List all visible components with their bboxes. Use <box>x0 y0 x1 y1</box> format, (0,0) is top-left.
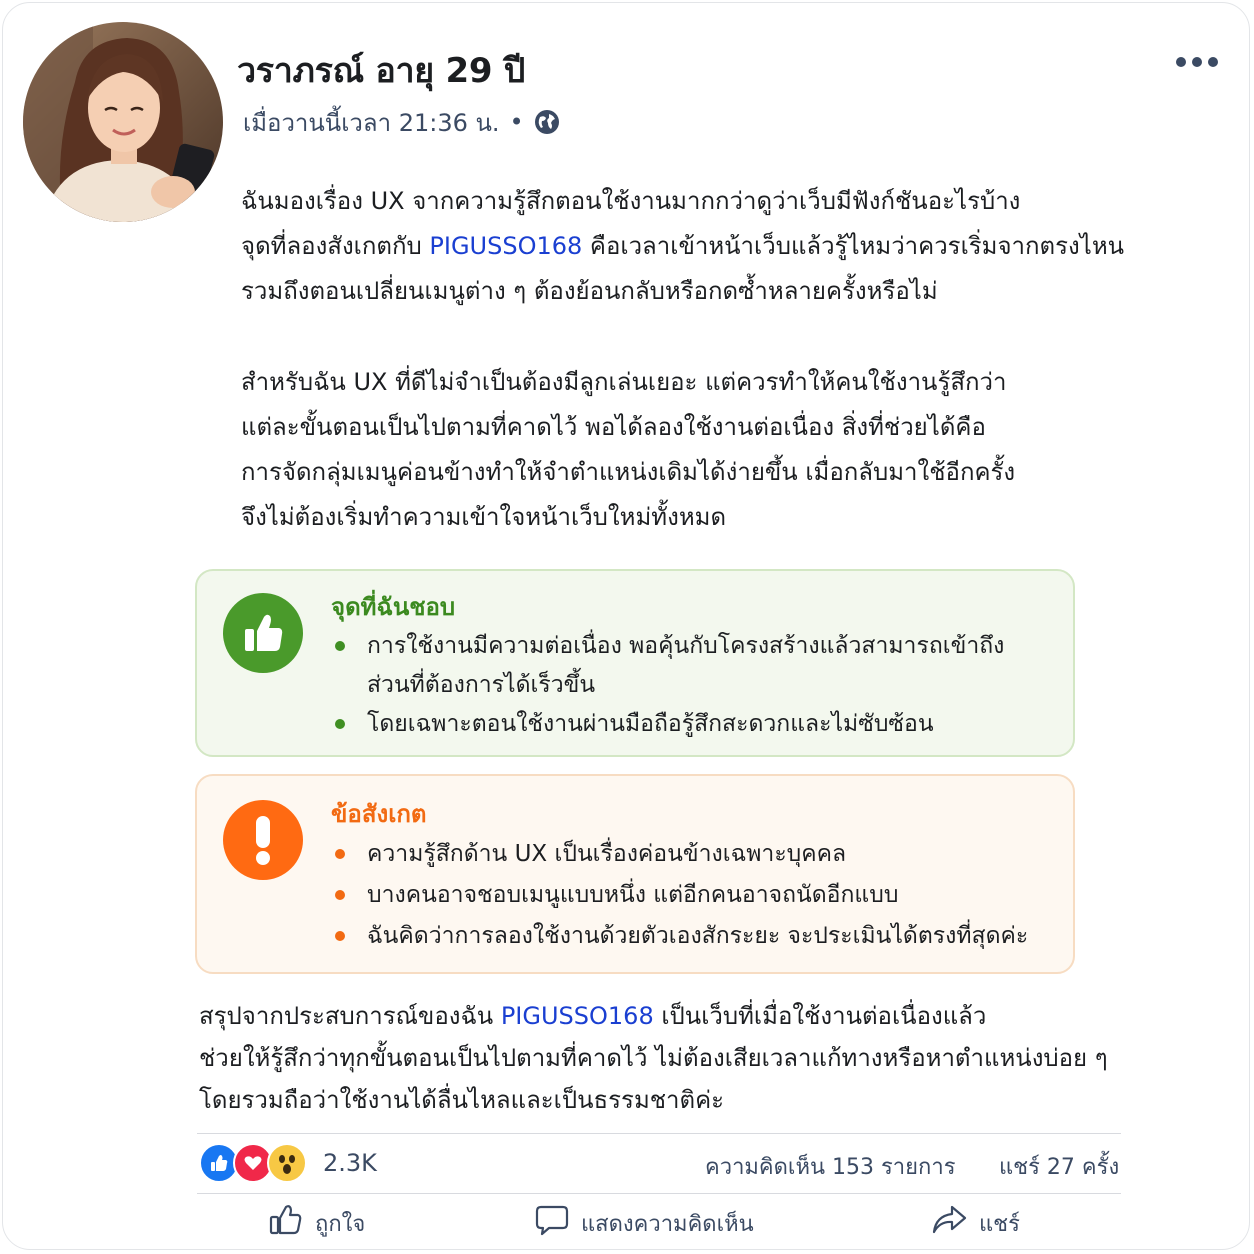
list-item-text: ฉันคิดว่าการลองใช้งานด้วยตัวเองสักระยะ จ… <box>367 923 1029 949</box>
bullet-dot <box>335 890 345 900</box>
list-item: บางคนอาจชอบเมนูแบบหนึ่ง แต่อีกคนอาจถนัดอ… <box>331 875 1028 916</box>
like-button-label: ถูกใจ <box>315 1211 366 1237</box>
stats-divider-top <box>197 1133 1121 1134</box>
reaction-count[interactable]: 2.3K <box>323 1149 377 1177</box>
text-span: เป็นเว็บที่เมื่อใช้งานต่อเนื่องแล้ว <box>653 1002 987 1030</box>
likes-box-title: จุดที่ฉันชอบ <box>331 593 456 621</box>
bullet-dot <box>335 931 345 941</box>
paragraph-line: แต่ละขั้นตอนเป็นไปตามที่คาดไว้ พอได้ลองใ… <box>241 413 986 441</box>
text-span: จุดที่ลองสังเกตกับ <box>241 232 430 260</box>
post-meta: เมื่อวานนี้เวลา 21:36 น. • <box>243 105 560 139</box>
paragraph-line: การจัดกลุ่มเมนูค่อนข้างทำให้จำตำแหน่งเดิ… <box>241 458 1016 486</box>
site-link[interactable]: PIGUSSO168 <box>429 232 582 260</box>
reactions-summary[interactable]: 2.3K <box>199 1143 377 1183</box>
likes-list: การใช้งานมีความต่อเนื่อง พอคุ้นกับโครงสร… <box>331 627 1004 744</box>
comment-button[interactable]: แสดงความคิดเห็น <box>535 1201 754 1245</box>
list-item-text: บางคนอาจชอบเมนูแบบหนึ่ง แต่อีกคนอาจถนัดอ… <box>367 882 899 908</box>
text-span: คือเวลาเข้าหน้าเว็บแล้วรู้ไหมว่าควรเริ่ม… <box>582 232 1125 260</box>
notes-box-title: ข้อสังเกต <box>331 800 427 828</box>
list-item-line: โดยเฉพาะตอนใช้งานผ่านมือถือรู้สึกสะดวกแล… <box>367 711 934 737</box>
list-item-line: การใช้งานมีความต่อเนื่อง พอคุ้นกับโครงสร… <box>367 633 1005 659</box>
meta-separator: • <box>509 108 524 136</box>
wow-reaction-icon <box>267 1143 307 1183</box>
post-paragraph-3: สรุปจากประสบการณ์ของฉัน PIGUSSO168 เป็นเ… <box>199 995 1108 1121</box>
post-paragraph-1: ฉันมองเรื่อง UX จากความรู้สึกตอนใช้งานมา… <box>241 179 1124 314</box>
author-name[interactable]: วราภรณ์ อายุ 29 ปี <box>237 43 525 97</box>
likes-box: จุดที่ฉันชอบ การใช้งานมีความต่อเนื่อง พอ… <box>195 569 1075 757</box>
more-options-button[interactable] <box>1171 47 1223 77</box>
share-button-label: แชร์ <box>979 1211 1020 1237</box>
share-arrow-icon <box>931 1204 967 1242</box>
list-item-line: ส่วนที่ต้องการได้เร็วขึ้น <box>367 672 596 698</box>
paragraph-line: โดยรวมถือว่าใช้งานได้ลื่นไหลและเป็นธรรมช… <box>199 1086 725 1114</box>
site-link[interactable]: PIGUSSO168 <box>501 1002 654 1030</box>
thumbs-up-icon <box>223 593 303 673</box>
list-item: การใช้งานมีความต่อเนื่อง พอคุ้นกับโครงสร… <box>331 627 1004 705</box>
actions-divider <box>197 1193 1121 1194</box>
paragraph-line: รวมถึงตอนเปลี่ยนเมนูต่าง ๆ ต้องย้อนกลับห… <box>241 277 938 305</box>
list-item-text: ความรู้สึกด้าน UX เป็นเรื่องค่อนข้างเฉพา… <box>367 841 847 867</box>
post-timestamp[interactable]: เมื่อวานนี้เวลา 21:36 น. <box>243 103 500 142</box>
paragraph-line: ฉันมองเรื่อง UX จากความรู้สึกตอนใช้งานมา… <box>241 187 1021 215</box>
notes-list: ความรู้สึกด้าน UX เป็นเรื่องค่อนข้างเฉพา… <box>331 834 1028 957</box>
post-card: วราภรณ์ อายุ 29 ปี เมื่อวานนี้เวลา 21:36… <box>2 2 1250 1250</box>
post-paragraph-2: สำหรับฉัน UX ที่ดีไม่จำเป็นต้องมีลูกเล่น… <box>241 360 1015 540</box>
paragraph-line: สำหรับฉัน UX ที่ดีไม่จำเป็นต้องมีลูกเล่น… <box>241 368 1007 396</box>
list-item: โดยเฉพาะตอนใช้งานผ่านมือถือรู้สึกสะดวกแล… <box>331 705 1004 744</box>
notes-box: ข้อสังเกต ความรู้สึกด้าน UX เป็นเรื่องค่… <box>195 774 1075 974</box>
share-button[interactable]: แชร์ <box>931 1201 1020 1245</box>
bullet-dot <box>335 641 345 651</box>
exclamation-icon <box>223 800 303 880</box>
comment-button-label: แสดงความคิดเห็น <box>581 1211 754 1237</box>
share-count[interactable]: แชร์ 27 ครั้ง <box>999 1149 1119 1184</box>
paragraph-line: ช่วยให้รู้สึกว่าทุกขั้นตอนเป็นไปตามที่คา… <box>199 1044 1108 1072</box>
bullet-dot <box>335 849 345 859</box>
paragraph-line: สรุปจากประสบการณ์ของฉัน PIGUSSO168 เป็นเ… <box>199 995 1108 1037</box>
globe-icon[interactable] <box>534 109 560 135</box>
text-span: สรุปจากประสบการณ์ของฉัน <box>199 1002 501 1030</box>
avatar[interactable] <box>23 22 223 222</box>
list-item: ฉันคิดว่าการลองใช้งานด้วยตัวเองสักระยะ จ… <box>331 916 1028 957</box>
more-dots-icon <box>1175 53 1219 72</box>
thumbs-up-outline-icon <box>269 1204 303 1242</box>
paragraph-line: จึงไม่ต้องเริ่มทำความเข้าใจหน้าเว็บใหม่ท… <box>241 503 727 531</box>
bullet-dot <box>335 719 345 729</box>
like-button[interactable]: ถูกใจ <box>269 1201 365 1245</box>
comment-count[interactable]: ความคิดเห็น 153 รายการ <box>705 1149 956 1184</box>
paragraph-line: จุดที่ลองสังเกตกับ PIGUSSO168 คือเวลาเข้… <box>241 224 1124 269</box>
comment-icon <box>535 1204 569 1242</box>
list-item: ความรู้สึกด้าน UX เป็นเรื่องค่อนข้างเฉพา… <box>331 834 1028 875</box>
